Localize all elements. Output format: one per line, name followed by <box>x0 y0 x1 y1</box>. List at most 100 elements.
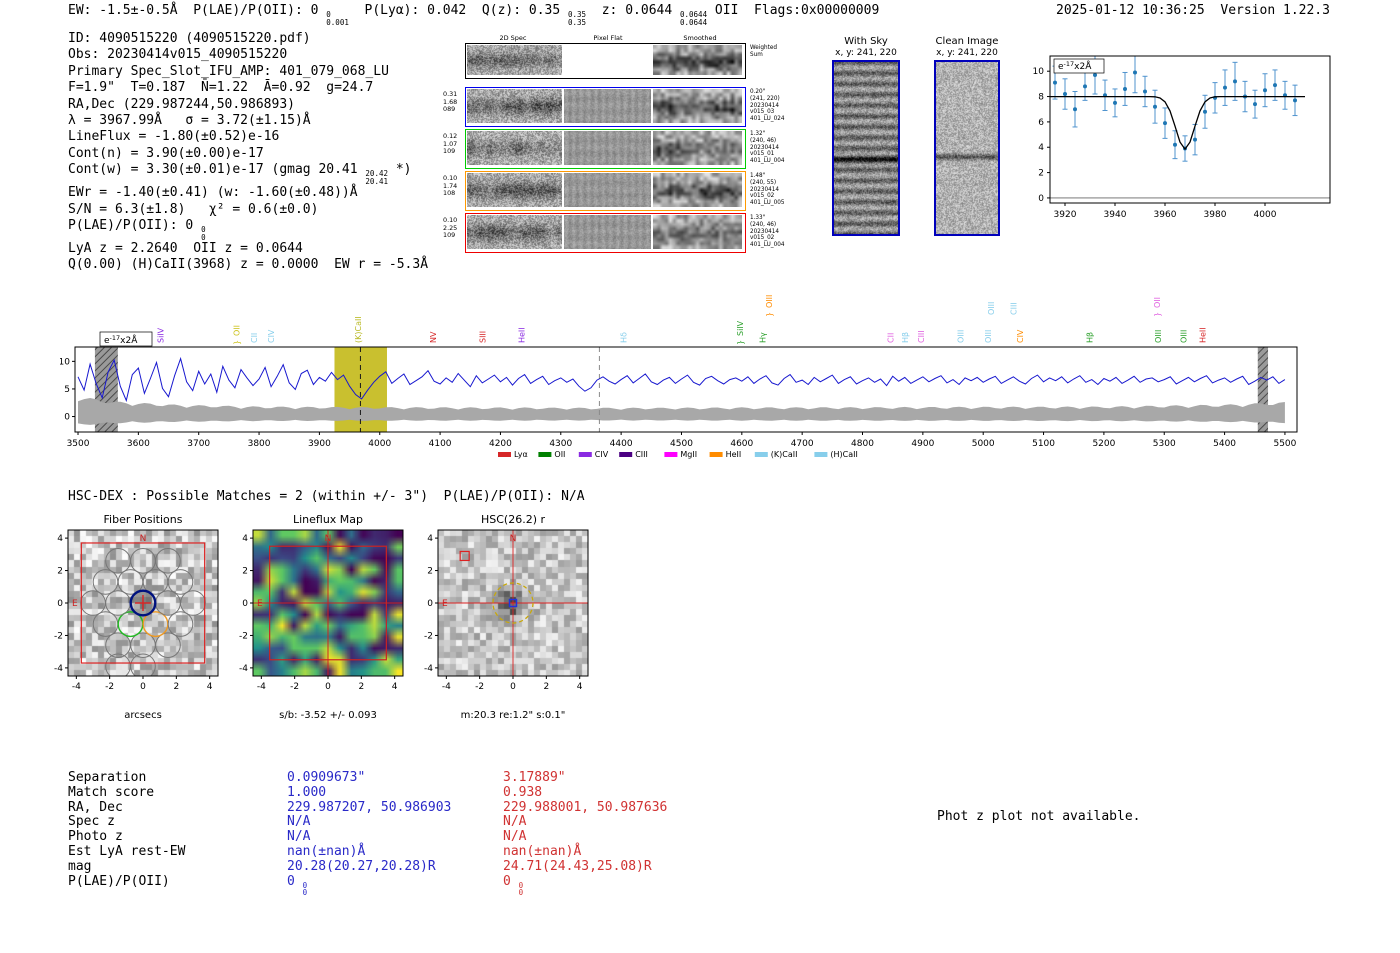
spec2d-row-meta: WeightedSum <box>750 45 777 59</box>
spec2d-row <box>465 129 746 169</box>
svg-text:4500: 4500 <box>670 439 693 449</box>
info-line: S/N = 6.3(±1.8) χ² = 0.6(±0.0) <box>68 202 428 218</box>
spec2d-row-meta: 1.48"(240, 55)20230414v015_02401_LU_005 <box>750 173 784 207</box>
svg-text:-4: -4 <box>239 664 248 674</box>
stacked-limits: 20.4220.41 <box>365 170 388 185</box>
svg-text:Lineflux Map: Lineflux Map <box>293 513 363 526</box>
pixel-flat-image <box>564 173 651 207</box>
header-timestamp: 2025-01-12 10:36:25 Version 1.22.3 <box>1056 3 1330 19</box>
svg-text:5: 5 <box>64 385 70 395</box>
spec2d-row-stats: 0.101.74108 <box>443 175 463 198</box>
stacked-limits: 00.001 <box>326 11 349 26</box>
stacked-limits: 0.350.35 <box>568 11 586 26</box>
svg-text:0: 0 <box>57 599 63 609</box>
svg-text:e-17x2Å: e-17x2Å <box>1058 60 1092 72</box>
cutout-axes: Lineflux Map-4-4-2-2002244s/b: -3.52 +/-… <box>237 510 407 726</box>
svg-text:(K)CaII: (K)CaII <box>771 450 798 459</box>
match-value: 24.71(24.43,25.08)R <box>503 859 652 874</box>
match-value: N/A <box>503 829 526 844</box>
svg-text:Hγ: Hγ <box>758 332 767 343</box>
info-line: Obs: 20230414v015_4090515220 <box>68 47 428 63</box>
match-value: 0 00 <box>287 874 307 897</box>
info-line: Primary Spec_Slot_IFU_AMP: 401_079_068_L… <box>68 64 428 80</box>
match-row-label: mag <box>68 859 91 874</box>
stacked-limits: 00 <box>201 226 206 241</box>
svg-text:4700: 4700 <box>791 439 814 449</box>
pixel-flat-image <box>564 131 651 165</box>
stacked-limits: 00 <box>519 882 524 897</box>
svg-text:4: 4 <box>242 534 248 544</box>
svg-text:E: E <box>72 599 78 609</box>
svg-text:}: } <box>1153 312 1162 317</box>
svg-text:HeII: HeII <box>518 327 527 343</box>
match-row-label: Spec z <box>68 814 115 829</box>
spec2d-panel: 2D SpecPixel FlatSmoothedWeightedSum0.31… <box>443 33 795 265</box>
spec2d-row-stats: 0.121.07109 <box>443 133 463 156</box>
svg-text:4800: 4800 <box>851 439 874 449</box>
info-line: EWr = -1.40(±0.41) (w: -1.60(±0.48))Å <box>68 185 428 201</box>
spec2d-image <box>467 45 562 75</box>
svg-text:HSC(26.2) r: HSC(26.2) r <box>481 513 546 526</box>
svg-text:arcsecs: arcsecs <box>124 710 162 721</box>
svg-text:SiIV: SiIV <box>157 327 166 343</box>
svg-text:6: 6 <box>1038 118 1044 128</box>
match-row-label: Separation <box>68 770 146 785</box>
match-value: 20.28(20.27,20.28)R <box>287 859 436 874</box>
match-value: 0.0909673" <box>287 770 365 785</box>
match-value: nan(±nan)Å <box>503 844 581 859</box>
match-value: N/A <box>287 814 310 829</box>
svg-text:5300: 5300 <box>1153 439 1176 449</box>
svg-text:-2: -2 <box>239 631 248 641</box>
smoothed-image <box>653 131 742 165</box>
svg-text:NV: NV <box>429 331 438 343</box>
cutout-hsc: HSC(26.2) r-4-4-2-2002244m:20.3 re:1.2" … <box>422 510 592 722</box>
sky-panel-title: With Sky <box>844 36 888 47</box>
svg-text:0: 0 <box>427 599 433 609</box>
svg-text:-4: -4 <box>424 664 433 674</box>
line-fit-chart: 392039403960398040000246810e-17x2Å <box>1016 46 1336 235</box>
match-row-label: P(LAE)/P(OII) <box>68 874 170 889</box>
match-row-label: RA, Dec <box>68 800 123 815</box>
svg-text:5200: 5200 <box>1092 439 1115 449</box>
svg-text:CIII: CIII <box>1009 302 1018 315</box>
svg-text:3500: 3500 <box>67 439 90 449</box>
svg-text:0: 0 <box>510 682 516 692</box>
info-line: Cont(n) = 3.90(±0.00)e-17 <box>68 146 428 162</box>
svg-text:4: 4 <box>207 682 213 692</box>
smoothed-image <box>653 89 742 123</box>
spec2d-row-meta: 1.33"(240, 46)20230414v015_02401_LU_004 <box>750 215 784 249</box>
svg-text:-2: -2 <box>54 631 63 641</box>
svg-text:OIII: OIII <box>956 330 965 343</box>
svg-text:(H)CaII: (H)CaII <box>830 450 857 459</box>
svg-text:OII: OII <box>233 325 242 336</box>
smoothed-image <box>653 215 742 249</box>
svg-text:3600: 3600 <box>127 439 150 449</box>
svg-text:2: 2 <box>1038 169 1044 179</box>
cutout-axes: Fiber Positions-4-4-2-2002244arcsecsNE <box>52 510 222 726</box>
svg-text:3800: 3800 <box>248 439 271 449</box>
spec2d-image <box>467 173 562 207</box>
svg-text:5100: 5100 <box>1032 439 1055 449</box>
svg-text:10: 10 <box>60 357 70 367</box>
svg-text:0: 0 <box>140 682 146 692</box>
svg-text:HeII: HeII <box>726 450 742 459</box>
cutout-row: Fiber Positions-4-4-2-2002244arcsecsNELi… <box>52 510 612 725</box>
svg-text:0: 0 <box>325 682 331 692</box>
svg-text:4400: 4400 <box>610 439 633 449</box>
spec2d-image <box>467 131 562 165</box>
stacked-limits: 00 <box>303 882 308 897</box>
match-row-label: Photo z <box>68 829 123 844</box>
svg-text:(K)CaII: (K)CaII <box>354 316 363 343</box>
svg-text:5500: 5500 <box>1273 439 1296 449</box>
svg-text:4: 4 <box>57 534 63 544</box>
detection-info-block: ID: 4090515220 (4090515220.pdf)Obs: 2023… <box>68 31 428 274</box>
match-value: nan(±nan)Å <box>287 844 365 859</box>
svg-text:3980: 3980 <box>1204 210 1227 220</box>
spec2d-row <box>465 171 746 211</box>
svg-text:CIV: CIV <box>267 329 276 343</box>
info-line: LyA z = 2.2640 OII z = 0.0644 <box>68 241 428 257</box>
report-version: Version 1.22.3 <box>1220 3 1330 18</box>
svg-text:-4: -4 <box>72 682 81 692</box>
full-spectrum-chart: 3500360037003800390040004100420043004400… <box>60 285 1340 467</box>
info-line: ID: 4090515220 (4090515220.pdf) <box>68 31 428 47</box>
